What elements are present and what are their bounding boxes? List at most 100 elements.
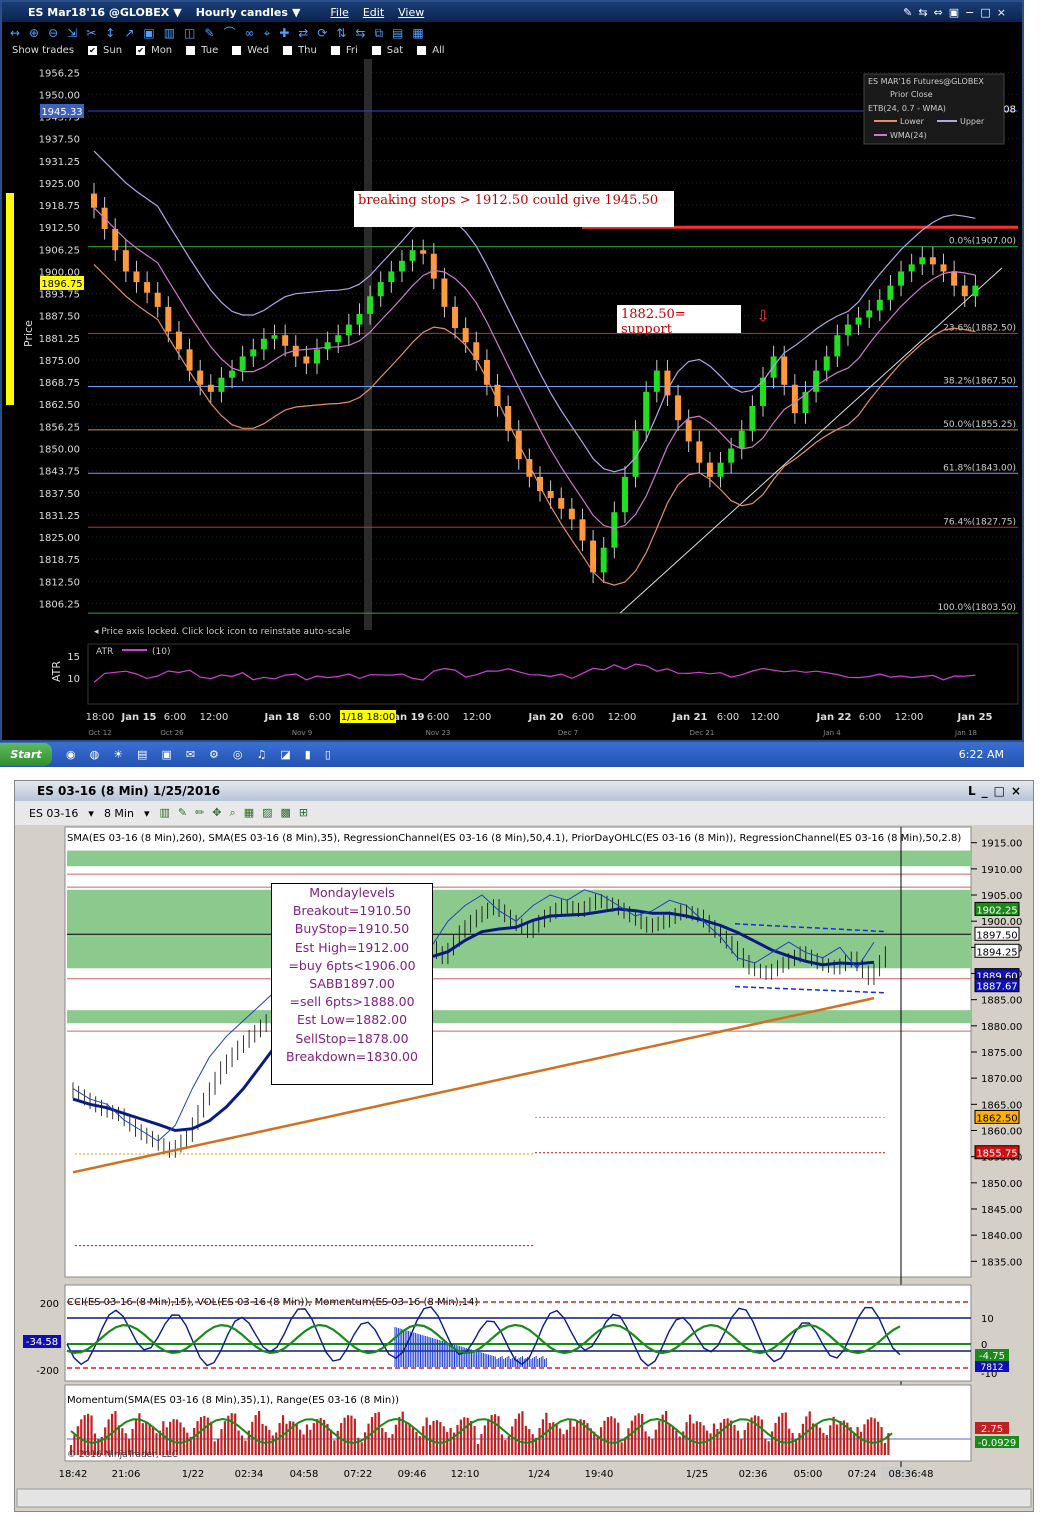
mom-tag2: -0.0929	[978, 1438, 1017, 1449]
x-tick-label: 12:10	[451, 1469, 480, 1480]
fib-label: 38.2%(1867.50)	[943, 377, 1016, 387]
osc-right-tag2: 7812	[981, 1363, 1004, 1373]
candle-body	[664, 370, 671, 396]
y-tick-label: 1825.00	[39, 533, 80, 544]
price-axis-label: Price	[22, 320, 35, 347]
x-tick-label: 02:36	[739, 1469, 768, 1480]
y-tick-label: 1931.25	[39, 157, 80, 168]
candle-body	[345, 324, 352, 336]
atr-legend: ATR	[96, 647, 113, 657]
candle-body	[643, 391, 650, 431]
start-button[interactable]: Start	[0, 743, 52, 766]
candle-body	[558, 498, 565, 509]
candle-body	[282, 335, 289, 346]
x-tick-label: 05:00	[794, 1469, 823, 1480]
x-tick-label: 07:22	[344, 1469, 373, 1480]
candle-body	[823, 356, 830, 371]
y-tick-label: 1860.00	[981, 1126, 1022, 1137]
price-tag: 1894.25	[976, 947, 1017, 958]
price-tag: 1887.67	[976, 982, 1017, 993]
x-tick-label: 02:34	[235, 1469, 264, 1480]
candle-body	[144, 282, 151, 293]
candle-body	[398, 260, 405, 272]
candle-body	[844, 324, 851, 336]
osc-left-tag: -34.58	[26, 1337, 58, 1348]
x-tick-label: Jan 20	[528, 712, 564, 723]
x-sub-tick: Dec 21	[690, 729, 715, 737]
candle-body	[929, 257, 936, 265]
y-tick-label: 1845.00	[981, 1205, 1022, 1216]
candle-body	[781, 356, 788, 385]
candle-body	[122, 250, 129, 272]
zone-lower	[67, 1010, 971, 1024]
x-tick-label: 09:46	[398, 1469, 427, 1480]
y-tick-label: 1862.50	[39, 400, 80, 411]
x-tick-label: 19:40	[585, 1469, 614, 1480]
fib-label: 100.0%(1803.50)	[937, 603, 1016, 613]
copyright: © 2016 NinjaTrader, LLC	[67, 1450, 178, 1460]
price-tag: 1897.50	[976, 930, 1017, 941]
price-tag: 1855.75	[976, 1149, 1017, 1160]
y-tick-label: 1835.00	[981, 1257, 1022, 1268]
legend-prior-close: Prior Close	[890, 90, 933, 99]
candle-body	[728, 448, 735, 463]
current-price-marker: 1896.75	[41, 279, 82, 290]
x-sub-tick: Jan 18	[954, 729, 977, 737]
y-tick-label: 1812.50	[39, 577, 80, 588]
windows-taskbar: Start ◉◍☀▤▣✉⚙◎♫◪▮▯ 6:22 AM	[0, 742, 1024, 767]
candle-body	[972, 285, 979, 297]
price-axis-locked-text: ◂ Price axis locked. Click lock icon to …	[94, 627, 351, 637]
candle-body	[579, 519, 586, 541]
level-item: Breakdown=1830.00	[286, 1048, 418, 1064]
zone-upper	[67, 889, 971, 937]
y-tick-label: 1950.00	[39, 90, 80, 101]
x-tick-label: Jan 15	[121, 712, 157, 723]
time-marker: 08:36:48	[889, 1469, 934, 1480]
x-tick-label: 07:24	[848, 1469, 877, 1480]
candle-body	[303, 356, 310, 364]
y-tick-label: 1868.75	[39, 378, 80, 389]
y-tick-label: 1856.25	[39, 422, 80, 433]
candle-body	[260, 338, 267, 350]
x-tick-label: Jan 18	[264, 712, 300, 723]
x-tick-label: 1/24	[528, 1469, 550, 1480]
candle-body	[537, 476, 543, 491]
candle-body	[791, 384, 798, 414]
quicklaunch-icons[interactable]: ◉◍☀▤▣✉⚙◎♫◪▮▯	[66, 748, 345, 761]
candle-body	[653, 370, 660, 392]
support-annotation: 1882.50= support	[617, 305, 741, 337]
candle-body	[876, 299, 883, 311]
support-annotation-text: 1882.50= support	[621, 307, 686, 337]
y-tick-label: 1837.50	[39, 489, 80, 500]
x-tick-label: 04:58	[290, 1469, 319, 1480]
candle-body	[813, 370, 820, 392]
y-tick-label: 1850.00	[39, 444, 80, 455]
candle-body	[388, 271, 395, 283]
y-tick-label: 1900.00	[981, 917, 1022, 928]
candle-body	[898, 271, 905, 286]
y-tick-label: 1925.00	[39, 179, 80, 190]
candle-body	[409, 250, 416, 261]
fib-label: 76.4%(1827.75)	[943, 517, 1016, 527]
candle-body	[462, 328, 469, 343]
candle-body	[335, 335, 342, 343]
candle-body	[356, 313, 363, 325]
candle-body	[855, 317, 862, 325]
candle-body	[239, 356, 246, 371]
candle-body	[314, 349, 320, 364]
y-tick-label: 1865.00	[981, 1100, 1022, 1111]
fib-label: 50.0%(1855.25)	[943, 420, 1016, 430]
candle-body	[430, 253, 437, 279]
level-item: Breakout=1910.50	[292, 903, 412, 919]
y-tick-label: 1912.50	[39, 223, 80, 234]
candle-body	[324, 342, 331, 350]
candle-body	[154, 292, 161, 307]
x-sub-tick: Nov 9	[292, 729, 312, 737]
8min-chart-svg: SMA(ES 03-16 (8 Min),260), SMA(ES 03-16 …	[16, 826, 1032, 1508]
candle-body	[420, 250, 427, 254]
x-tick-label: 1/22	[182, 1469, 204, 1480]
candle-body	[229, 370, 236, 378]
session-separator	[364, 59, 372, 630]
level-item: Est Low=1882.00	[296, 1012, 408, 1028]
atr-period: (10)	[152, 647, 170, 657]
